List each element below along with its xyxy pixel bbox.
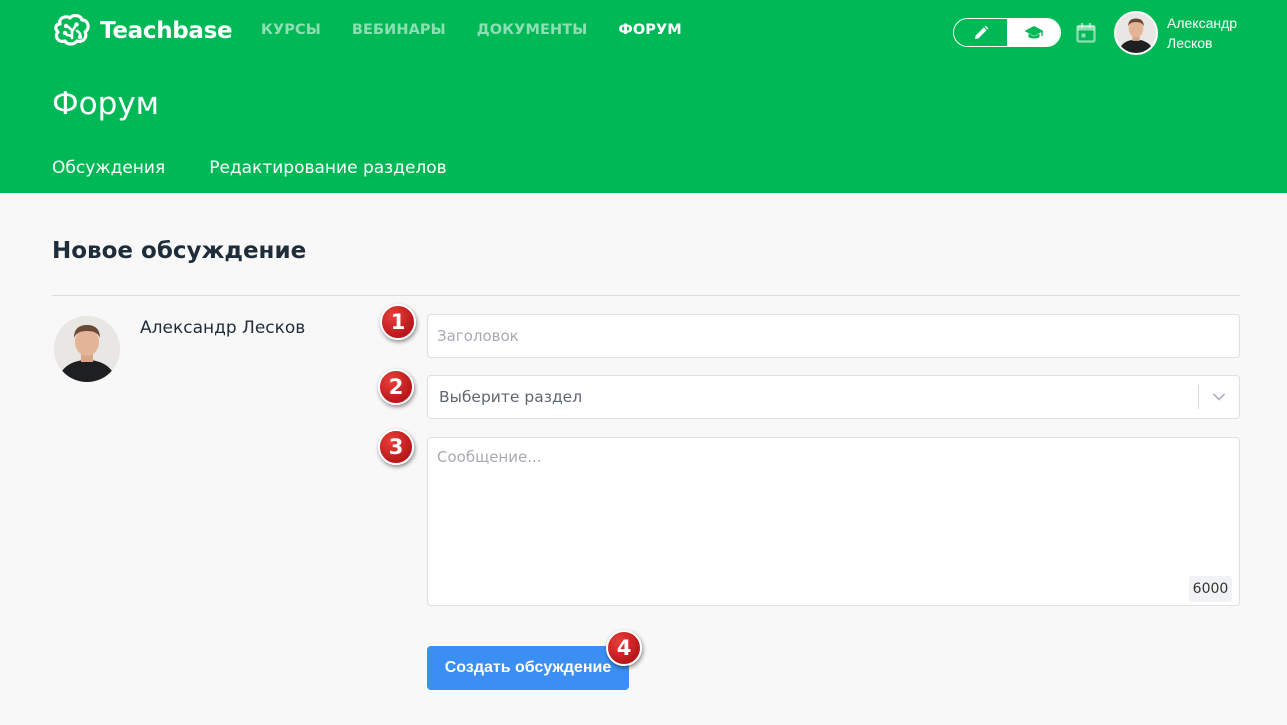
author-avatar bbox=[54, 316, 120, 382]
form-title: Новое обсуждение bbox=[52, 238, 307, 264]
user-name: Александр Лесков bbox=[1167, 15, 1238, 51]
char-counter: 6000 bbox=[1189, 576, 1232, 602]
page-tabs: Обсуждения Редактирование разделов bbox=[52, 158, 447, 178]
nav-courses[interactable]: КУРСЫ bbox=[261, 22, 321, 38]
nav-documents[interactable]: ДОКУМЕНТЫ bbox=[477, 22, 588, 38]
logo[interactable]: Teachbase bbox=[52, 14, 233, 48]
page-title: Форум bbox=[52, 86, 160, 122]
message-textarea[interactable] bbox=[427, 437, 1240, 606]
title-input[interactable] bbox=[427, 314, 1240, 358]
step-marker-2: 2 bbox=[378, 369, 414, 405]
calendar-icon bbox=[1076, 23, 1096, 43]
main-nav: КУРСЫ ВЕБИНАРЫ ДОКУМЕНТЫ ФОРУМ bbox=[261, 22, 682, 38]
top-navbar: Teachbase КУРСЫ ВЕБИНАРЫ ДОКУМЕНТЫ ФОРУМ bbox=[0, 0, 1287, 64]
user-menu[interactable]: Александр Лесков bbox=[1114, 11, 1257, 55]
header: Teachbase КУРСЫ ВЕБИНАРЫ ДОКУМЕНТЫ ФОРУМ bbox=[0, 0, 1287, 193]
step-marker-1: 1 bbox=[380, 304, 416, 340]
step-marker-3: 3 bbox=[378, 429, 414, 465]
logo-text: Teachbase bbox=[100, 18, 233, 44]
calendar-button[interactable] bbox=[1075, 22, 1097, 49]
pencil-icon bbox=[974, 25, 988, 39]
divider bbox=[52, 295, 1240, 296]
graduation-cap-icon bbox=[1024, 25, 1043, 38]
tab-discussions[interactable]: Обсуждения bbox=[52, 158, 165, 178]
author-name: Александр Лесков bbox=[140, 318, 306, 338]
brain-logo-icon bbox=[54, 14, 90, 46]
section-select[interactable]: Выберите раздел bbox=[427, 375, 1240, 419]
nav-forum[interactable]: ФОРУМ bbox=[618, 22, 681, 38]
edit-mode-button[interactable] bbox=[954, 19, 1007, 46]
chevron-down-icon[interactable] bbox=[1199, 390, 1239, 404]
nav-webinars[interactable]: ВЕБИНАРЫ bbox=[352, 22, 446, 38]
learn-mode-button[interactable] bbox=[1007, 19, 1060, 46]
user-avatar bbox=[1114, 11, 1158, 55]
section-select-placeholder: Выберите раздел bbox=[439, 388, 583, 406]
mode-toggle bbox=[953, 18, 1061, 47]
tab-edit-sections[interactable]: Редактирование разделов bbox=[209, 158, 447, 178]
step-marker-4: 4 bbox=[606, 630, 642, 666]
create-discussion-button[interactable]: Создать обсуждение bbox=[427, 646, 629, 690]
